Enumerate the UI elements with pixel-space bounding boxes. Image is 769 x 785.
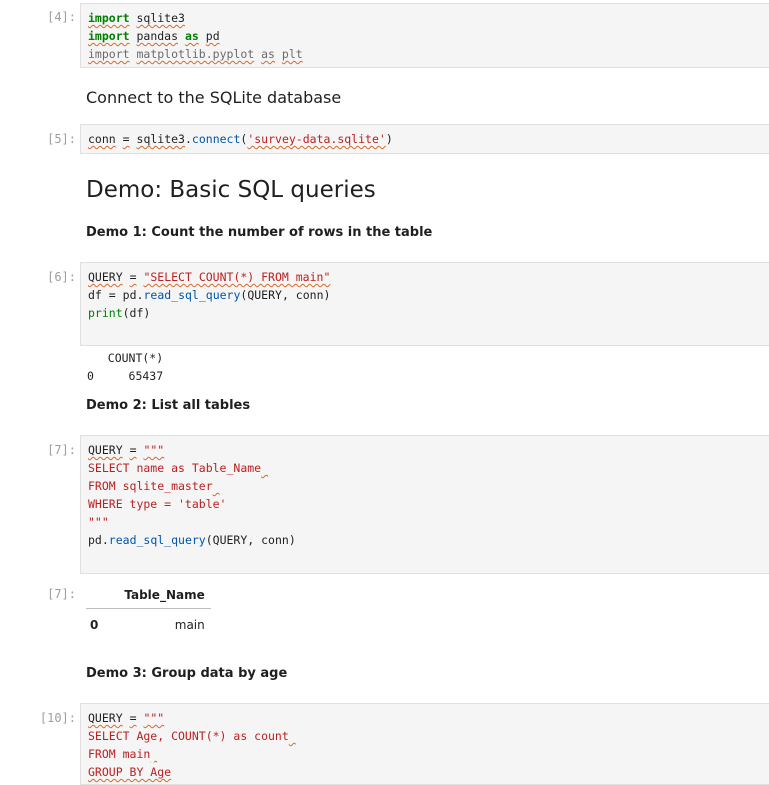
cell-output-6: COUNT(*) 0 65437 <box>87 351 164 383</box>
code-line-6: pd.read_sql_query(QUERY, conn) <box>88 533 296 547</box>
code-line-3: print(df) <box>88 306 151 320</box>
code-editor[interactable]: QUERY = """ SELECT name as Table_Name FR… <box>80 435 769 574</box>
code-line-2: df = pd.read_sql_query(QUERY, conn) <box>88 288 331 302</box>
cell-prompt: [10]: <box>39 711 76 725</box>
table-index-header <box>86 582 105 609</box>
code-line-1: QUERY = """ <box>88 443 165 457</box>
table-header-row: Table_Name <box>86 582 211 609</box>
table-row-index: 0 <box>90 618 99 632</box>
code-cell-6[interactable]: [6]: QUERY = "SELECT COUNT(*) FROM main"… <box>0 262 769 346</box>
code-line-3: FROM sqlite_master <box>88 479 213 493</box>
code-line-3: import matplotlib.pyplot as plt <box>88 47 303 61</box>
cell-prompt: [7]: <box>47 443 76 457</box>
code-line-2: SELECT name as Table_Name <box>88 461 262 475</box>
code-editor[interactable]: QUERY = "SELECT COUNT(*) FROM main" df =… <box>80 262 769 346</box>
output-cell-7: [7]: Table_Name 0 main <box>0 582 769 642</box>
markdown-heading-demo: Demo: Basic SQL queries <box>86 177 376 203</box>
markdown-heading-demo2: Demo 2: List all tables <box>86 398 251 413</box>
code-line-4: GROUP BY Age <box>88 765 172 779</box>
table-row: 0 main <box>86 609 211 642</box>
cell-prompt: [5]: <box>47 132 76 146</box>
code-line-1: import sqlite3 <box>88 11 185 25</box>
code-line-2: import pandas as pd <box>88 29 220 43</box>
code-editor[interactable]: conn = sqlite3.connect('survey-data.sqli… <box>80 124 769 154</box>
table-column-header: Table_Name <box>104 582 211 609</box>
code-cell-5[interactable]: [5]: conn = sqlite3.connect('survey-data… <box>0 124 769 154</box>
output-prompt: [7]: <box>47 587 76 601</box>
code-line-4: WHERE type = 'table' <box>88 497 227 511</box>
table-cell: main <box>174 618 205 632</box>
dataframe-table: Table_Name 0 main <box>86 582 211 641</box>
code-line-5: """ <box>88 515 109 529</box>
code-line-1: QUERY = "SELECT COUNT(*) FROM main" <box>88 270 331 284</box>
code-line-1: conn = sqlite3.connect('survey-data.sqli… <box>88 132 393 146</box>
code-cell-10[interactable]: [10]: QUERY = """ SELECT Age, COUNT(*) a… <box>0 703 769 785</box>
code-line-2: SELECT Age, COUNT(*) as count <box>88 729 289 743</box>
cell-prompt: [6]: <box>47 270 76 284</box>
code-cell-4[interactable]: [4]: import sqlite3 import pandas as pd … <box>0 2 769 68</box>
code-line-1: QUERY = """ <box>88 711 165 725</box>
code-line-3: FROM main <box>88 747 151 761</box>
code-editor[interactable]: import sqlite3 import pandas as pd impor… <box>80 3 769 68</box>
markdown-heading-connect: Connect to the SQLite database <box>86 88 342 107</box>
cell-prompt: [4]: <box>47 10 76 24</box>
code-cell-7[interactable]: [7]: QUERY = """ SELECT name as Table_Na… <box>0 435 769 574</box>
markdown-heading-demo3: Demo 3: Group data by age <box>86 666 288 681</box>
markdown-heading-demo1: Demo 1: Count the number of rows in the … <box>86 225 433 240</box>
